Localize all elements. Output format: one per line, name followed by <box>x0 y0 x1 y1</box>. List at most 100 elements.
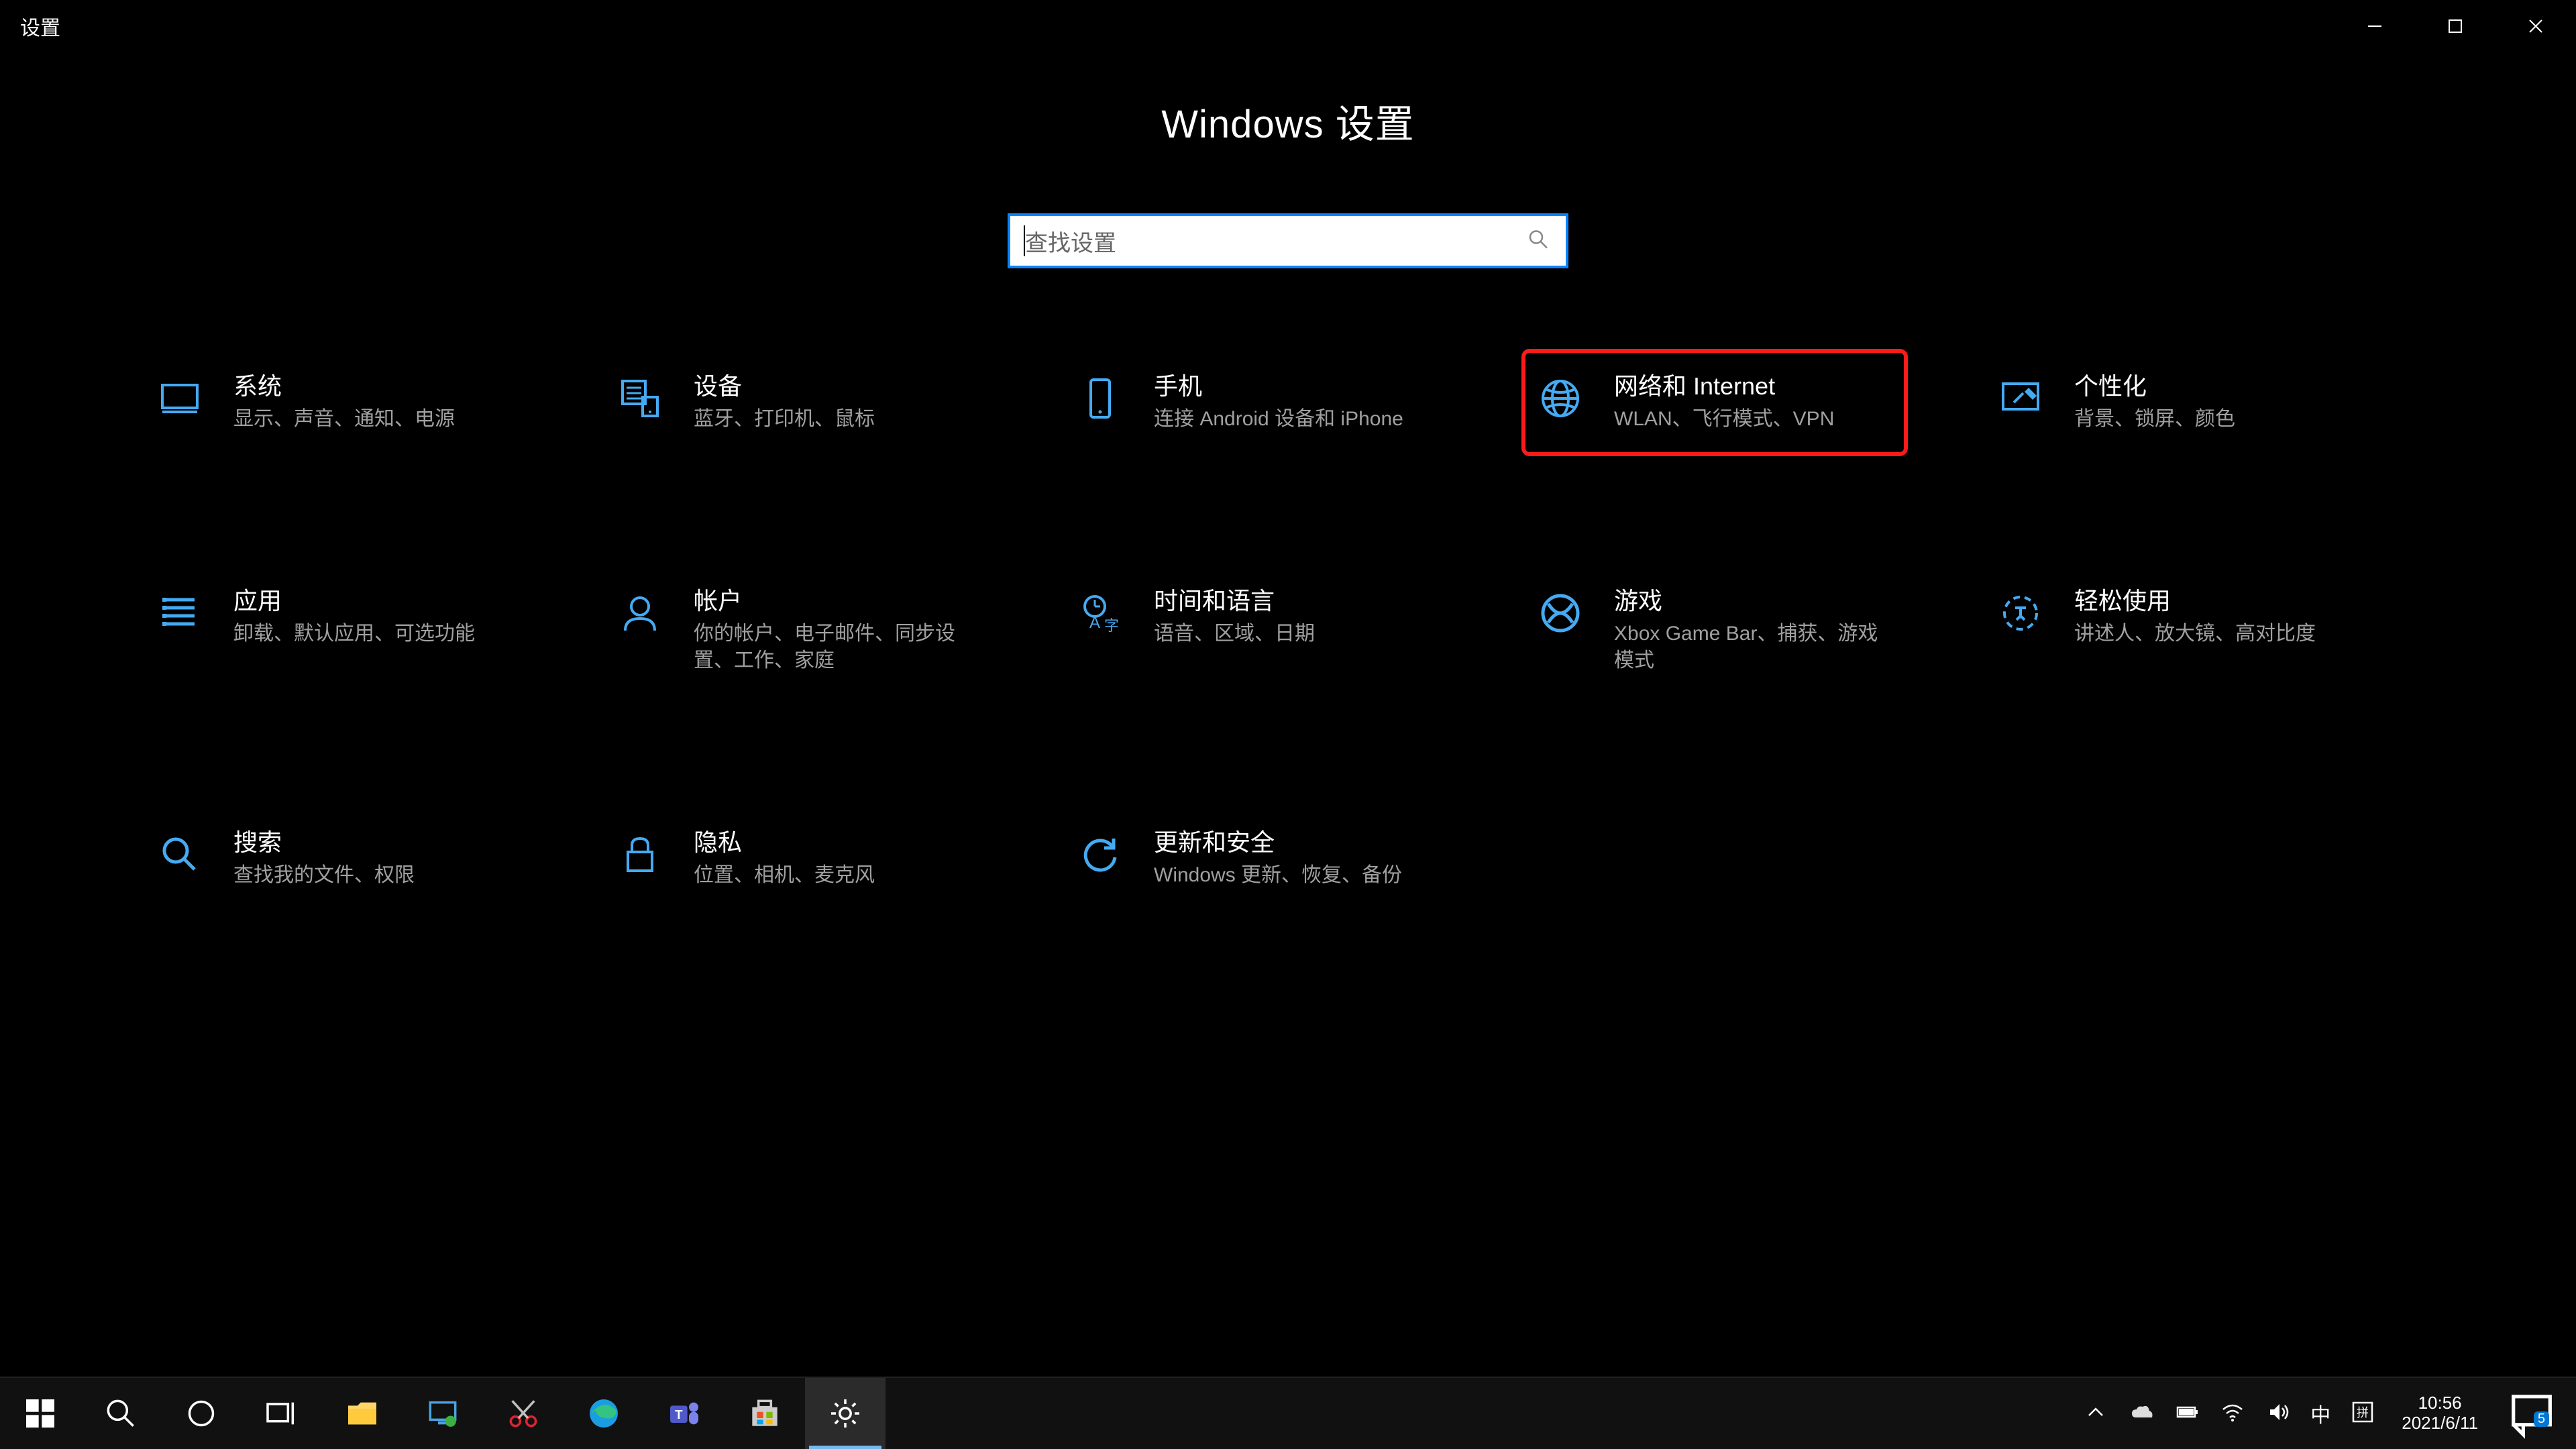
volume-tray-icon[interactable] <box>2265 1399 2292 1429</box>
tray-overflow-button[interactable] <box>2082 1399 2109 1429</box>
minimize-button[interactable] <box>2334 0 2415 52</box>
chevron-up-icon <box>2082 1399 2109 1426</box>
svg-text:A: A <box>1089 614 1100 632</box>
category-personalize[interactable]: 个性化背景、锁屏、颜色 <box>1982 349 2368 456</box>
taskbar: T 中 <box>0 1377 2576 1449</box>
teams-icon: T <box>665 1395 703 1432</box>
notification-icon <box>2504 1385 2560 1442</box>
category-title: 手机 <box>1154 372 1403 400</box>
category-desc: 蓝牙、打印机、鼠标 <box>694 406 875 433</box>
ease-icon <box>1996 589 2045 637</box>
windows-icon <box>21 1395 59 1432</box>
category-ease[interactable]: 轻松使用讲述人、放大镜、高对比度 <box>1982 564 2368 698</box>
category-devices[interactable]: 设备蓝牙、打印机、鼠标 <box>601 349 987 456</box>
cloud-icon <box>2128 1399 2155 1426</box>
apps-icon <box>156 589 204 637</box>
battery-tray-icon[interactable] <box>2174 1399 2200 1429</box>
network-icon <box>1536 374 1585 423</box>
battery-icon <box>2174 1399 2200 1426</box>
phone-icon <box>1076 374 1124 423</box>
teams-button[interactable]: T <box>644 1378 724 1449</box>
category-desc: 位置、相机、麦克风 <box>694 862 875 890</box>
taskbar-search-button[interactable] <box>80 1378 161 1449</box>
gaming-icon <box>1536 589 1585 637</box>
store-button[interactable] <box>724 1378 805 1449</box>
category-title: 网络和 Internet <box>1614 372 1834 400</box>
edge-icon <box>585 1395 623 1432</box>
devices-icon <box>616 374 664 423</box>
clock-time: 10:56 <box>2402 1393 2478 1413</box>
task-view-icon <box>263 1395 301 1432</box>
category-title: 帐户 <box>694 586 963 615</box>
category-apps[interactable]: 应用卸载、默认应用、可选功能 <box>141 564 527 698</box>
category-desc: 讲述人、放大镜、高对比度 <box>2074 621 2316 648</box>
search-input[interactable]: 查找设置 <box>1008 213 1568 268</box>
clock[interactable]: 10:56 2021/6/11 <box>2395 1393 2485 1434</box>
category-text: 隐私位置、相机、麦克风 <box>694 828 875 890</box>
category-search[interactable]: 搜索查找我的文件、权限 <box>141 805 527 912</box>
edge-button[interactable] <box>564 1378 644 1449</box>
category-title: 个性化 <box>2074 372 2235 400</box>
category-text: 时间和语言语音、区域、日期 <box>1154 586 1315 648</box>
category-system[interactable]: 系统显示、声音、通知、电源 <box>141 349 527 456</box>
notification-badge: 5 <box>2534 1411 2549 1427</box>
system-tray: 中 拼 10:56 2021/6/11 5 <box>2066 1378 2576 1449</box>
category-privacy[interactable]: 隐私位置、相机、麦克风 <box>601 805 987 912</box>
action-center-button[interactable]: 5 <box>2504 1385 2560 1442</box>
category-desc: 连接 Android 设备和 iPhone <box>1154 406 1403 433</box>
category-phone[interactable]: 手机连接 Android 设备和 iPhone <box>1061 349 1448 456</box>
category-accounts[interactable]: 帐户你的帐户、电子邮件、同步设置、工作、家庭 <box>601 564 987 698</box>
speaker-icon <box>2265 1399 2292 1426</box>
category-network[interactable]: 网络和 Internet WLAN、飞行模式、VPN <box>1521 349 1908 456</box>
category-text: 应用卸载、默认应用、可选功能 <box>233 586 475 648</box>
close-button[interactable] <box>2496 0 2576 52</box>
page-header: Windows 设置 <box>0 93 2576 149</box>
remote-desktop-button[interactable] <box>402 1378 483 1449</box>
category-text: 搜索查找我的文件、权限 <box>233 828 415 890</box>
category-time[interactable]: A字 时间和语言语音、区域、日期 <box>1061 564 1448 698</box>
search-icon <box>1527 228 1550 254</box>
search-icon <box>102 1395 140 1432</box>
settings-taskbar-button[interactable] <box>805 1378 885 1449</box>
clock-date: 2021/6/11 <box>2402 1413 2478 1434</box>
minimize-icon <box>2365 17 2384 36</box>
category-title: 设备 <box>694 372 875 400</box>
ime-mode-button[interactable]: 拼 <box>2349 1399 2376 1429</box>
category-desc: 背景、锁屏、颜色 <box>2074 406 2235 433</box>
monitor-icon <box>424 1395 462 1432</box>
category-gaming[interactable]: 游戏Xbox Game Bar、捕获、游戏模式 <box>1521 564 1908 698</box>
close-icon <box>2526 17 2545 36</box>
onedrive-tray-icon[interactable] <box>2128 1399 2155 1429</box>
maximize-button[interactable] <box>2415 0 2496 52</box>
category-title: 隐私 <box>694 828 875 857</box>
system-icon <box>156 374 204 423</box>
svg-text:拼: 拼 <box>2357 1406 2369 1419</box>
svg-text:字: 字 <box>1104 617 1119 634</box>
cortana-button[interactable] <box>161 1378 241 1449</box>
gear-icon <box>826 1395 864 1432</box>
category-text: 手机连接 Android 设备和 iPhone <box>1154 372 1403 433</box>
category-desc: Xbox Game Bar、捕获、游戏模式 <box>1614 621 1884 675</box>
category-desc: 显示、声音、通知、电源 <box>233 406 455 433</box>
search-wrap: 查找设置 <box>0 213 2576 268</box>
category-title: 时间和语言 <box>1154 586 1315 615</box>
category-text: 个性化背景、锁屏、颜色 <box>2074 372 2235 433</box>
category-desc: 查找我的文件、权限 <box>233 862 415 890</box>
category-desc: Windows 更新、恢复、备份 <box>1154 862 1402 890</box>
task-view-button[interactable] <box>241 1378 322 1449</box>
category-title: 系统 <box>233 372 455 400</box>
file-explorer-button[interactable] <box>322 1378 402 1449</box>
folder-icon <box>343 1395 381 1432</box>
start-button[interactable] <box>0 1378 80 1449</box>
ime-language[interactable]: 中 <box>2310 1399 2330 1428</box>
category-desc: WLAN、飞行模式、VPN <box>1614 406 1834 433</box>
update-icon <box>1076 830 1124 879</box>
category-title: 更新和安全 <box>1154 828 1402 857</box>
wifi-tray-icon[interactable] <box>2219 1399 2246 1429</box>
category-text: 游戏Xbox Game Bar、捕获、游戏模式 <box>1614 586 1884 675</box>
snip-button[interactable] <box>483 1378 564 1449</box>
category-text: 设备蓝牙、打印机、鼠标 <box>694 372 875 433</box>
category-text: 网络和 Internet WLAN、飞行模式、VPN <box>1614 372 1834 433</box>
category-update[interactable]: 更新和安全 Windows 更新、恢复、备份 <box>1061 805 1448 912</box>
category-title: 轻松使用 <box>2074 586 2316 615</box>
